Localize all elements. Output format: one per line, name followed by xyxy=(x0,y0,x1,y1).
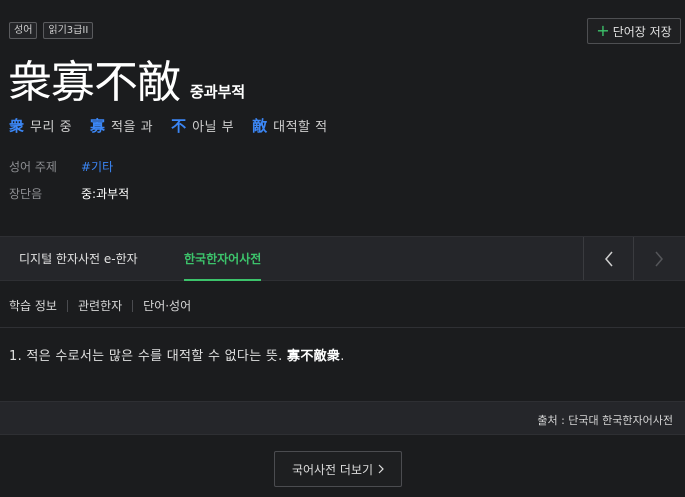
save-to-wordbook-button[interactable]: + 단어장 저장 xyxy=(587,18,681,44)
chevron-left-icon xyxy=(604,251,613,266)
info-topic-label: 성어 주제 xyxy=(9,160,57,174)
info-length-label: 장단음 xyxy=(9,187,43,201)
chevron-right-icon xyxy=(378,464,384,474)
sub-tab-list: 학습 정보 관련한자 단어·성어 xyxy=(9,297,191,314)
source-text: 출처 : 단국대 한국한자어사전 xyxy=(537,414,673,427)
info-topic-link[interactable]: #기타 xyxy=(81,158,113,175)
character-breakdown: 衆 무리 중 寡 적을 과 不 아닐 부 敵 대적할 적 xyxy=(9,115,346,136)
char-meaning: 대적할 적 xyxy=(273,120,328,135)
info-length: 장단음 중:과부적 xyxy=(9,185,129,202)
char-hanja: 敵 xyxy=(252,117,268,135)
char-item[interactable]: 不 아닐 부 xyxy=(171,115,234,136)
char-hanja: 衆 xyxy=(9,117,25,135)
chevron-right-icon xyxy=(654,251,663,266)
entry-title: 衆寡不敵 xyxy=(8,57,181,108)
entry-reading: 중과부적 xyxy=(190,83,246,101)
char-item[interactable]: 寡 적을 과 xyxy=(90,115,153,136)
char-meaning: 적을 과 xyxy=(111,120,154,135)
char-hanja: 寡 xyxy=(90,117,106,135)
divider xyxy=(132,299,134,312)
source-bar: 출처 : 단국대 한국한자어사전 xyxy=(0,401,685,435)
info-length-value: 중:과부적 xyxy=(81,187,130,201)
tab-korean-hanja-dictionary[interactable]: 한국한자어사전 xyxy=(184,237,262,281)
char-meaning: 아닐 부 xyxy=(192,120,235,135)
char-hanja: 不 xyxy=(171,117,187,135)
definition-text: 1. 적은 수로서는 많은 수를 대적할 수 없다는 뜻. xyxy=(9,349,283,364)
title-row: 衆寡不敵 중과부적 xyxy=(8,46,245,110)
tag-level: 읽기3급II xyxy=(43,22,94,39)
tab-next-button[interactable] xyxy=(633,237,683,280)
info-topic: 성어 주제 #기타 xyxy=(9,158,113,175)
dictionary-tab-bar: 디지털 한자사전 e-한자 한국한자어사전 xyxy=(0,236,685,281)
divider xyxy=(66,299,68,312)
subtab-related-hanja[interactable]: 관련한자 xyxy=(78,297,122,314)
section-divider xyxy=(0,327,685,328)
tag-category: 성어 xyxy=(9,22,38,39)
char-item[interactable]: 衆 무리 중 xyxy=(9,115,72,136)
more-button-label: 국어사전 더보기 xyxy=(291,462,374,477)
save-button-label: 단어장 저장 xyxy=(612,24,672,39)
definition-item: 1. 적은 수로서는 많은 수를 대적할 수 없다는 뜻. 寡不敵衆. xyxy=(9,345,345,364)
tag-list: 성어 읽기3급II xyxy=(9,22,94,39)
char-item[interactable]: 敵 대적할 적 xyxy=(252,115,328,136)
definition-example-hanja: 寡不敵衆 xyxy=(287,349,341,364)
plus-icon: + xyxy=(596,21,610,40)
definition-suffix: . xyxy=(340,349,345,364)
entry-header: 성어 읽기3급II + 단어장 저장 衆寡不敵 중과부적 衆 무리 중 寡 적을… xyxy=(0,0,685,236)
char-meaning: 무리 중 xyxy=(30,120,73,135)
more-dictionary-button[interactable]: 국어사전 더보기 xyxy=(274,451,402,487)
tab-prev-button[interactable] xyxy=(583,237,633,280)
subtab-words-idioms[interactable]: 단어·성어 xyxy=(143,297,191,314)
tab-e-hanja[interactable]: 디지털 한자사전 e-한자 xyxy=(19,237,138,281)
subtab-study-info[interactable]: 학습 정보 xyxy=(9,297,57,314)
